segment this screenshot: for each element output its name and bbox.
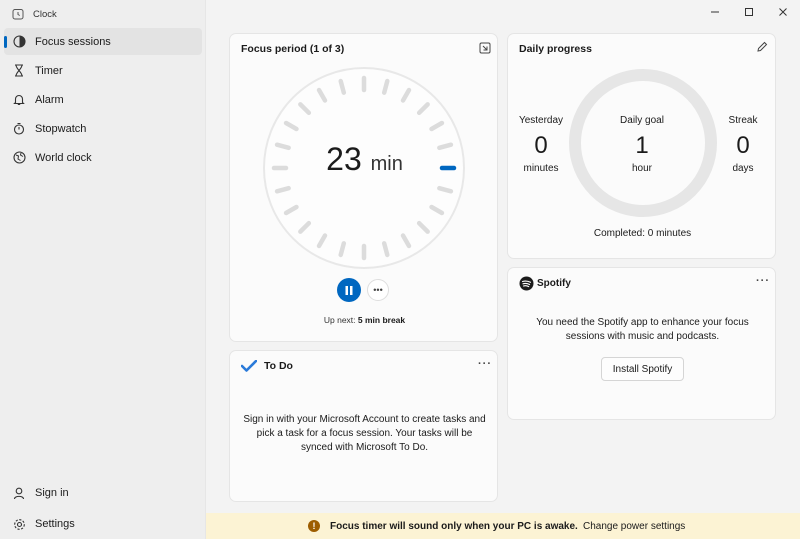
timer-tick [437, 185, 454, 194]
spotify-more-button[interactable]: ··· [756, 275, 770, 287]
sidebar-nav: Focus sessions Timer Alarm Stopwatch Wor… [4, 28, 202, 173]
spotify-logo: Spotify [519, 276, 571, 291]
focus-period-title: Focus period (1 of 3) [241, 43, 345, 55]
sidebar-item-label: Alarm [35, 93, 64, 106]
yesterday-unit: minutes [523, 163, 559, 174]
yesterday-stat: Yesterday 0 minutes [501, 115, 581, 174]
pause-button[interactable] [337, 278, 361, 302]
todo-more-button[interactable]: ··· [478, 358, 492, 370]
timer-more-button[interactable]: ••• [367, 279, 389, 301]
minimize-icon [711, 11, 719, 13]
timer-unit: min [370, 153, 403, 175]
clock-app-icon [12, 9, 24, 20]
settings-label: Settings [35, 518, 75, 530]
up-next-prefix: Up next: [323, 315, 356, 325]
sidebar-footer: Sign in Settings [4, 480, 202, 539]
sidebar-item-focus-sessions[interactable]: Focus sessions [4, 28, 202, 55]
stopwatch-icon [12, 122, 26, 136]
sign-in-button[interactable]: Sign in [4, 480, 202, 506]
timer-readout: 23 min [230, 141, 499, 178]
sidebar: Clock Focus sessions Timer Alarm Stopwat… [0, 0, 206, 539]
edit-pencil-icon[interactable] [756, 41, 768, 53]
spotify-brand: Spotify [537, 278, 571, 289]
spotify-message: You need the Spotify app to enhance your… [536, 317, 749, 342]
app-title: Clock [33, 8, 57, 20]
up-next-text: Up next: 5 min break [230, 315, 499, 325]
warning-icon: ! [308, 520, 320, 532]
person-icon [12, 486, 26, 500]
todo-card: To Do ··· Sign in with your Microsoft Ac… [229, 350, 498, 502]
todo-header: To Do [241, 360, 293, 372]
spotify-card: Spotify ··· You need the Spotify app to … [507, 267, 776, 420]
daily-goal-unit: hour [631, 163, 652, 174]
daily-goal-stat[interactable]: Daily goal 1 hour [602, 115, 682, 174]
power-warning-banner: ! Focus timer will sound only when your … [206, 513, 800, 539]
up-next-value: 5 min break [357, 315, 406, 325]
todo-message: Sign in with your Microsoft Account to c… [243, 414, 486, 453]
sidebar-item-label: Timer [35, 64, 63, 77]
sidebar-item-label: World clock [35, 151, 92, 164]
change-power-settings-link[interactable]: Change power settings [583, 521, 685, 532]
maximize-icon [745, 8, 753, 16]
bell-icon [12, 93, 26, 107]
daily-goal-label: Daily goal [620, 115, 664, 126]
timer-tick [338, 78, 347, 95]
timer-value: 23 [326, 141, 362, 177]
yesterday-value: 0 [534, 132, 548, 159]
maximize-button[interactable] [732, 0, 766, 24]
pause-icon [345, 285, 353, 295]
completed-text: Completed: 0 minutes [593, 228, 692, 239]
app-title-bar: Clock [12, 7, 57, 21]
gear-icon [12, 517, 26, 531]
sidebar-item-world-clock[interactable]: World clock [4, 144, 202, 171]
close-button[interactable] [766, 0, 800, 24]
streak-label: Streak [728, 115, 758, 126]
streak-value: 0 [736, 132, 750, 159]
sidebar-item-alarm[interactable]: Alarm [4, 86, 202, 113]
timer-tick [381, 78, 390, 95]
sidebar-item-label: Focus sessions [35, 35, 111, 48]
compact-view-icon[interactable] [479, 42, 491, 54]
daily-progress-card: Daily progress Yesterday 0 minutes Daily… [507, 33, 776, 259]
streak-unit: days [732, 163, 754, 174]
more-icon: ••• [373, 285, 383, 295]
todo-check-icon [241, 360, 257, 372]
streak-stat: Streak 0 days [703, 115, 783, 174]
sidebar-item-timer[interactable]: Timer [4, 57, 202, 84]
minimize-button[interactable] [698, 0, 732, 24]
spotify-icon [519, 276, 534, 291]
daily-progress-title: Daily progress [519, 43, 592, 55]
timer-tick [274, 185, 291, 194]
timer-tick [381, 241, 390, 258]
window-controls [698, 0, 800, 24]
yesterday-label: Yesterday [518, 115, 564, 126]
settings-button[interactable]: Settings [4, 511, 202, 537]
sidebar-item-label: Stopwatch [35, 122, 87, 135]
globe-icon [12, 151, 26, 165]
close-icon [779, 8, 787, 16]
install-spotify-button[interactable]: Install Spotify [601, 357, 684, 381]
focus-icon [12, 35, 26, 49]
daily-goal-value: 1 [635, 132, 649, 159]
focus-period-card: Focus period (1 of 3) 23 min ••• Up next… [229, 33, 498, 342]
sidebar-item-stopwatch[interactable]: Stopwatch [4, 115, 202, 142]
timer-tick [338, 241, 347, 258]
todo-title: To Do [264, 360, 293, 372]
hourglass-icon [12, 64, 26, 78]
sign-in-label: Sign in [35, 487, 69, 499]
banner-message: Focus timer will sound only when your PC… [330, 521, 578, 532]
